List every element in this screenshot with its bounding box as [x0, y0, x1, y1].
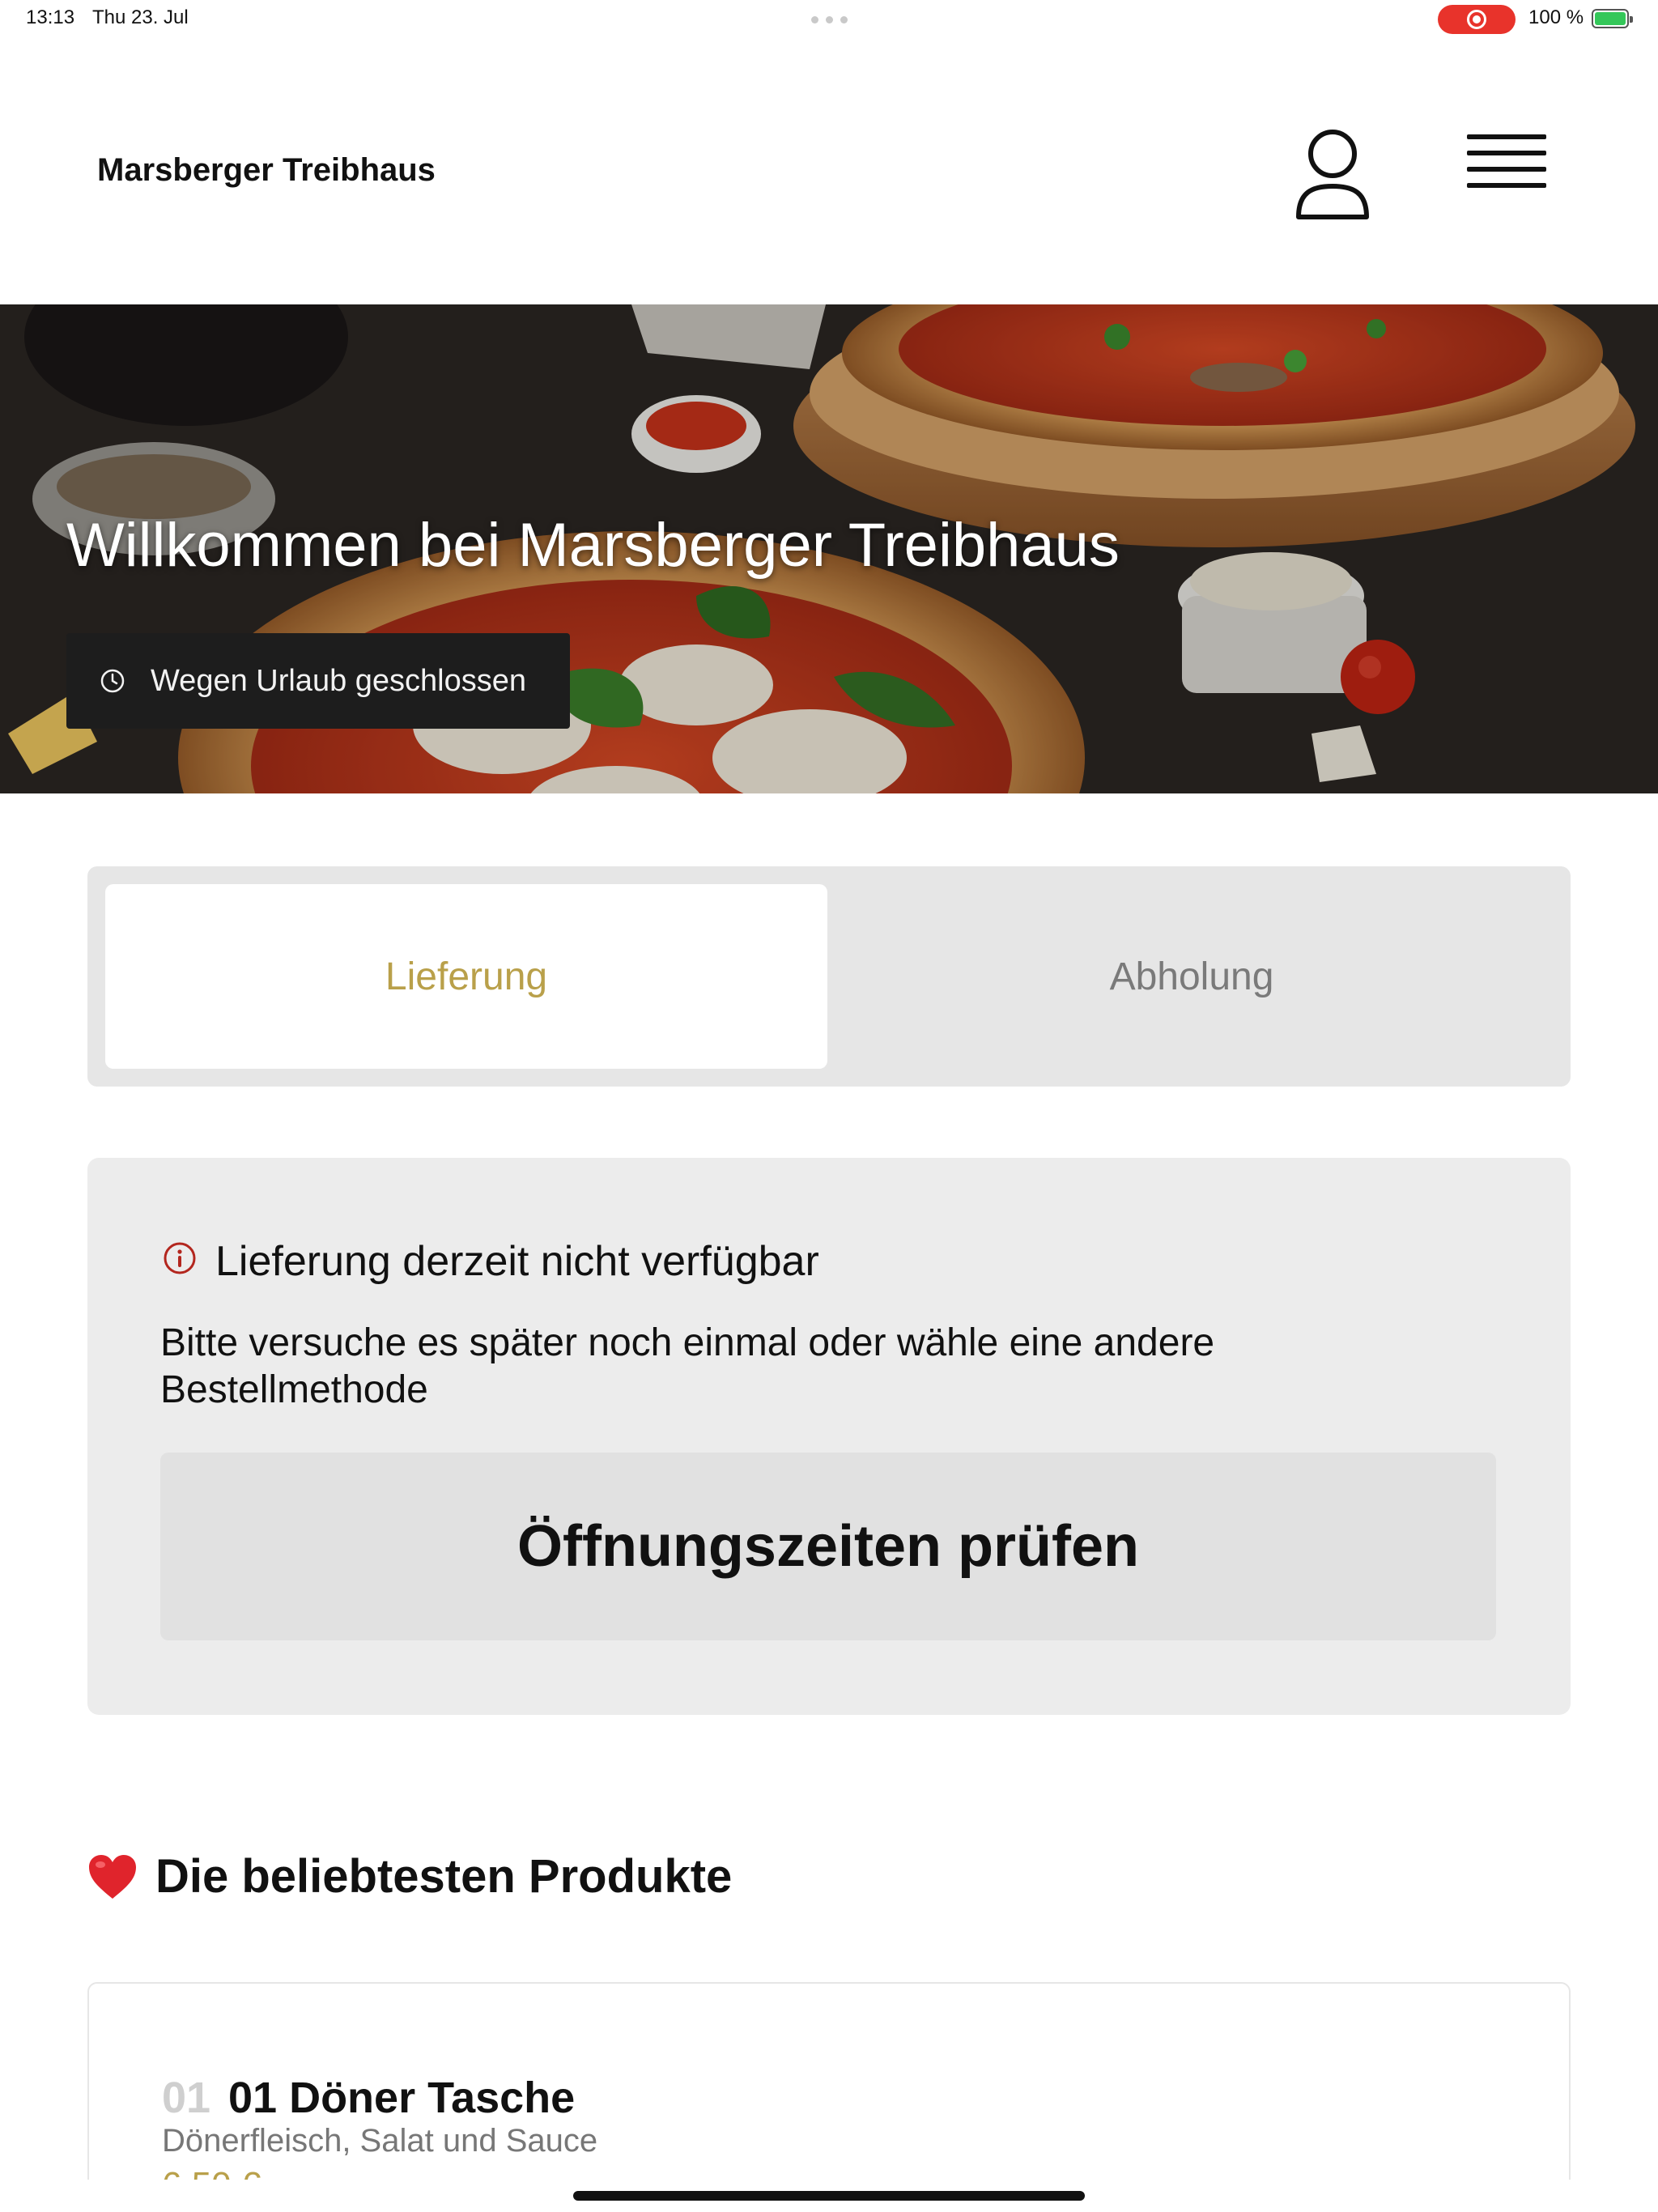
heart-icon [89, 1854, 136, 1899]
tab-lieferung[interactable]: Lieferung [105, 884, 827, 1069]
popular-products-heading: Die beliebtesten Produkte [87, 1849, 732, 1904]
screen-recording-icon[interactable] [1438, 5, 1516, 34]
notice-body: Bitte versuche es später noch einmal ode… [160, 1321, 1215, 1411]
person-icon [1296, 130, 1369, 219]
info-icon [164, 1242, 196, 1274]
battery-percent: 100 % [1528, 6, 1584, 28]
home-indicator[interactable] [573, 2191, 1085, 2201]
status-date: Thu 23. Jul [92, 6, 189, 28]
notice-title: Lieferung derzeit nicht verfügbar [215, 1238, 819, 1285]
status-bar: 13:13 Thu 23. Jul 100 % [0, 0, 1658, 39]
product-number: 01 [162, 2074, 211, 2122]
battery-icon [1592, 9, 1633, 28]
app-page: 13:13 Thu 23. Jul 100 % Marsberger Treib… [0, 0, 1658, 2212]
product-name: 01 Döner Tasche [228, 2074, 576, 2122]
status-time: 13:13 [26, 6, 75, 28]
check-opening-hours-button[interactable]: Öffnungszeiten prüfen [160, 1453, 1496, 1640]
multitasking-dots-icon[interactable] [811, 16, 848, 23]
status-badge-label: Wegen Urlaub geschlossen [151, 663, 527, 698]
product-description: Dönerfleisch, Salat und Sauce [162, 2123, 598, 2159]
hero-banner: Willkommen bei Marsberger Treibhaus Wege… [0, 304, 1658, 793]
site-header: Marsberger Treibhaus [0, 39, 1658, 304]
account-button[interactable] [1292, 126, 1373, 223]
clock-icon [100, 669, 125, 693]
hamburger-menu-icon[interactable] [1467, 134, 1550, 207]
brand-name[interactable]: Marsberger Treibhaus [97, 152, 436, 189]
status-badge: Wegen Urlaub geschlossen [66, 633, 570, 729]
tab-abholung[interactable]: Abholung [831, 884, 1553, 1069]
hero-title: Willkommen bei Marsberger Treibhaus [66, 511, 1120, 580]
product-card[interactable]: 01 01 Döner Tasche Dönerfleisch, Salat u… [87, 1982, 1571, 2212]
order-mode-switch: Lieferung Abholung [87, 866, 1571, 1087]
popular-products-title: Die beliebtesten Produkte [155, 1850, 733, 1903]
delivery-unavailable-notice: Lieferung derzeit nicht verfügbar Bitte … [87, 1158, 1571, 1715]
